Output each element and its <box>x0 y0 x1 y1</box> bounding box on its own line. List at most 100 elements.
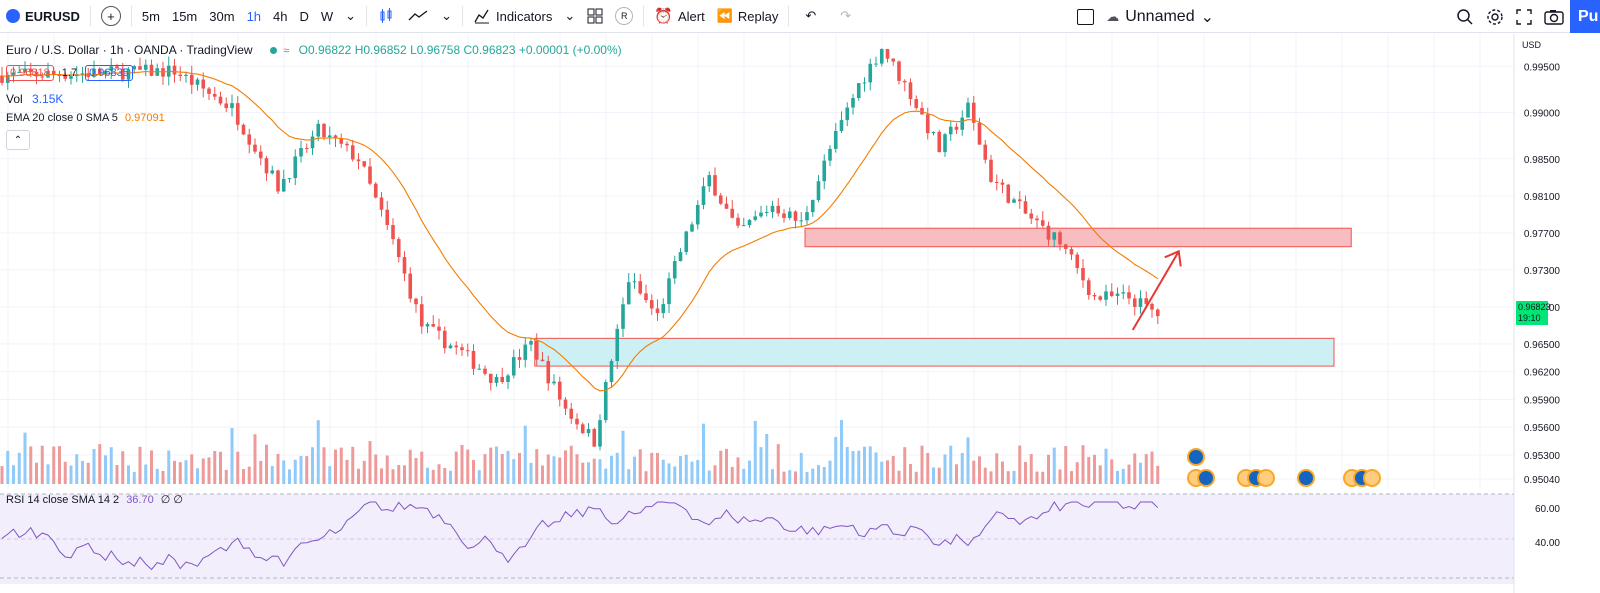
candle-body <box>805 212 809 221</box>
candle-body <box>437 326 441 331</box>
candle-body <box>500 376 505 382</box>
timeframe-d[interactable]: D <box>294 0 315 33</box>
rsi-legend[interactable]: RSI 14 close SMA 14 2 36.70 ∅ ∅ <box>6 493 183 506</box>
support-zone <box>534 337 1335 367</box>
volume-bar <box>587 462 590 484</box>
drawing-zones[interactable] <box>534 227 1352 367</box>
volume-bar <box>1052 447 1056 484</box>
candle-body <box>402 257 407 274</box>
candle-body <box>724 203 729 209</box>
timeframe-1h[interactable]: 1h <box>241 0 267 33</box>
candle-body <box>241 124 246 135</box>
r-button[interactable]: R <box>609 0 639 33</box>
chart-style-line[interactable] <box>401 0 435 33</box>
symbol-search[interactable]: EURUSD <box>0 0 86 33</box>
volume-bar <box>604 468 608 484</box>
collapse-legend-button[interactable]: ⌃ <box>6 130 30 150</box>
indicators-button[interactable]: Indicators <box>467 0 558 33</box>
candle-body <box>1086 280 1091 296</box>
undo-button[interactable]: ↶ <box>793 0 828 33</box>
timeframe-15m[interactable]: 15m <box>166 0 203 33</box>
search-button[interactable] <box>1450 0 1480 33</box>
timeframe-5m[interactable]: 5m <box>136 0 166 33</box>
trend-arrow[interactable] <box>1131 249 1182 331</box>
candle-body <box>138 66 142 70</box>
layout-name-button[interactable]: ☁ Unnamed ⌄ <box>1100 0 1220 33</box>
volume-bar <box>420 451 424 484</box>
volume-bar <box>788 470 792 484</box>
screenshot-button[interactable] <box>1538 0 1570 33</box>
candle-body <box>649 300 654 309</box>
indicators-dropdown[interactable]: ⌄ <box>558 0 581 33</box>
volume-bar <box>121 451 125 484</box>
volume-legend[interactable]: Vol 3.15K <box>6 92 63 106</box>
chart-style-candles[interactable] <box>371 0 401 33</box>
volume-bar <box>219 451 222 484</box>
chart-type-dropdown[interactable]: ⌄ <box>435 0 458 33</box>
volume-bar <box>132 471 136 484</box>
replay-button[interactable]: ⏪ Replay <box>711 0 785 33</box>
resistance-zone <box>804 227 1352 248</box>
candle-body <box>1098 296 1103 300</box>
candle-body <box>960 117 965 130</box>
volume-bar <box>1047 454 1050 484</box>
compare-button[interactable]: + <box>95 0 127 33</box>
volume-bar <box>558 457 562 484</box>
candle-body <box>701 186 706 205</box>
volume-bar <box>1041 471 1045 484</box>
alert-button[interactable]: ⏰ Alert <box>648 0 710 33</box>
timeframe-4h[interactable]: 4h <box>267 0 293 33</box>
candle-body <box>1058 232 1062 245</box>
timeframe-30m[interactable]: 30m <box>203 0 240 33</box>
legend-title[interactable]: Euro / U.S. Dollar · 1h · OANDA · Tradin… <box>6 43 253 57</box>
candle-body <box>373 183 378 198</box>
redo-button[interactable]: ↷ <box>828 0 863 33</box>
search-icon <box>1457 8 1473 25</box>
candle-body <box>327 135 332 138</box>
volume-bar <box>1024 461 1027 484</box>
candle-body <box>741 225 746 227</box>
fullscreen-button[interactable] <box>1510 0 1538 33</box>
volume-bar <box>351 446 355 484</box>
candle-body <box>339 138 344 144</box>
candle-body <box>954 126 959 130</box>
volume-bar <box>949 445 953 484</box>
sell-price-button[interactable]: 0.96818 <box>6 65 54 81</box>
layout-checkbox[interactable] <box>1071 0 1100 33</box>
templates-button[interactable] <box>581 0 609 33</box>
volume-bar <box>512 459 516 484</box>
candle-body <box>149 64 154 76</box>
candle-body <box>189 74 194 85</box>
candle-body <box>661 304 666 314</box>
candle-body <box>1081 268 1085 281</box>
volume-bar <box>52 446 56 484</box>
publish-button[interactable]: Pu <box>1570 0 1600 33</box>
candle-body <box>391 225 395 240</box>
candle-body <box>253 144 257 152</box>
current-price-label: 0.96823 19:10 <box>1516 301 1551 325</box>
volume-bar <box>1012 470 1016 484</box>
volume-bar <box>17 452 21 484</box>
candle-body <box>207 88 211 94</box>
settings-button[interactable] <box>1480 0 1510 33</box>
candle-body <box>925 114 930 134</box>
volume-bar <box>230 427 234 484</box>
volume-bar <box>811 468 815 484</box>
timeframe-dropdown[interactable]: ⌄ <box>339 0 362 33</box>
candle-body <box>460 347 464 351</box>
volume-bar <box>397 464 401 484</box>
volume-bar <box>943 454 947 484</box>
volume-label: Vol <box>6 92 23 106</box>
candle-body <box>759 212 763 217</box>
axis-currency[interactable]: USD <box>1522 40 1541 50</box>
volume-bar <box>840 420 843 484</box>
volume-bar <box>719 450 723 484</box>
timeframe-w[interactable]: W <box>315 0 339 33</box>
chart-canvas[interactable]: 0.99500 0.99000 0.98500 0.98100 0.97700 0.973… <box>0 34 1600 593</box>
candle-body <box>1115 293 1120 296</box>
ema-legend[interactable]: EMA 20 close 0 SMA 5 0.97091 <box>6 112 165 124</box>
ohlc-values: O0.96822 H0.96852 L0.96758 C0.96823 +0.0… <box>299 43 622 57</box>
volume-bar <box>288 469 291 484</box>
buy-price-button[interactable]: 0.96835 <box>85 65 133 81</box>
candle-body <box>908 82 913 100</box>
